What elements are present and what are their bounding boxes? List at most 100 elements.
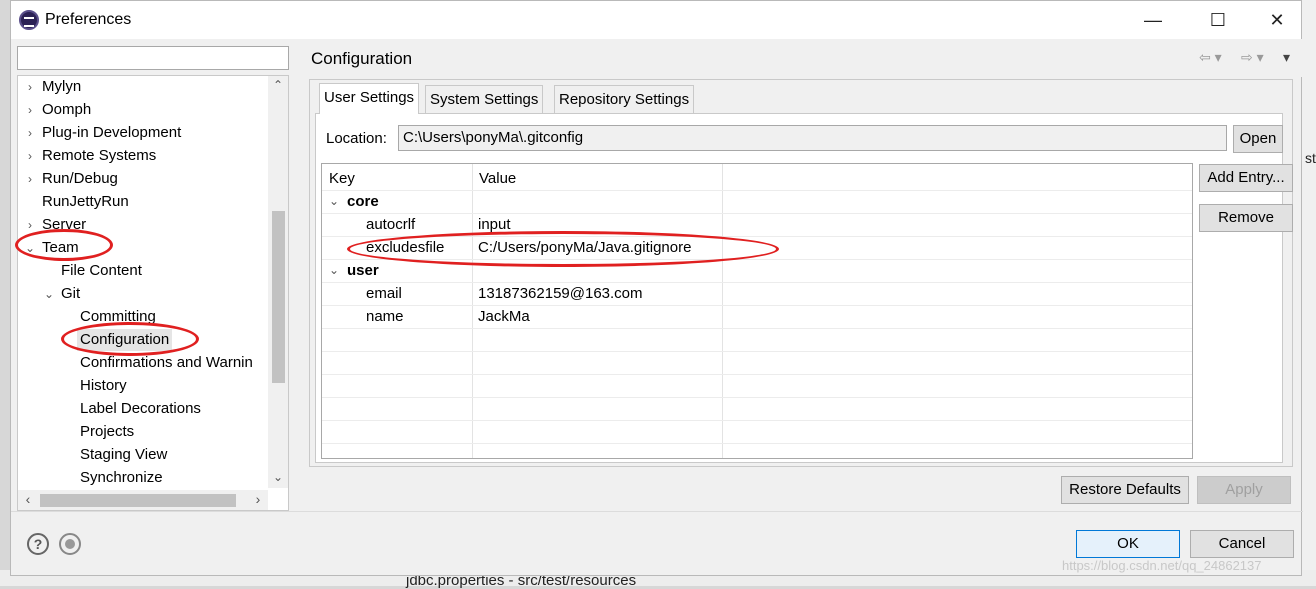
location-field[interactable]: C:\Users\ponyMa\.gitconfig: [398, 125, 1227, 151]
chevron-down-icon[interactable]: ⌄: [328, 259, 340, 282]
chevron-down-icon[interactable]: ⌄: [24, 237, 36, 259]
chevron-down-icon[interactable]: ⌄: [328, 190, 340, 213]
key-email[interactable]: email: [366, 282, 402, 305]
eclipse-icon: [19, 10, 39, 30]
scroll-up-icon[interactable]: ⌃: [268, 78, 288, 92]
apply-button[interactable]: Apply: [1197, 476, 1291, 504]
tree-item-label: Staging View: [80, 446, 168, 463]
section-core[interactable]: core: [347, 190, 379, 213]
tree-item-configuration[interactable]: Configuration: [18, 329, 268, 351]
oomph-recorder-icon[interactable]: [59, 533, 81, 555]
tree-item-team[interactable]: ⌄ Team: [18, 237, 268, 259]
tree-item-server[interactable]: › Server: [18, 214, 268, 236]
tree-item-oomph[interactable]: › Oomph: [18, 99, 268, 121]
value-email[interactable]: 13187362159@163.com: [478, 282, 643, 305]
chevron-right-icon[interactable]: ›: [24, 122, 36, 144]
tree-horizontal-scrollbar[interactable]: ‹ ›: [18, 490, 268, 510]
tree-item-label: RunJettyRun: [42, 193, 129, 210]
background-editor-text: st: [1305, 150, 1316, 166]
tree-item-file-content[interactable]: File Content: [18, 260, 268, 282]
scrollbar-thumb[interactable]: [272, 211, 285, 383]
scroll-right-icon[interactable]: ›: [250, 491, 266, 507]
key-name[interactable]: name: [366, 305, 404, 328]
tab-repository-settings[interactable]: Repository Settings: [554, 85, 695, 113]
row-divider: [322, 443, 1192, 444]
tree-item-staging-view[interactable]: Staging View: [18, 444, 268, 466]
ok-button[interactable]: OK: [1076, 530, 1180, 558]
row-divider: [322, 305, 1192, 306]
watermark: https://blog.csdn.net/qq_24862137: [1062, 558, 1262, 573]
tree-item-label: Git: [61, 285, 81, 302]
value-excludesfile[interactable]: C:/Users/ponyMa/Java.gitignore: [478, 236, 691, 259]
chevron-right-icon[interactable]: ›: [24, 168, 36, 190]
tree-item-plug-in-development[interactable]: › Plug-in Development: [18, 122, 268, 144]
tab-system-settings[interactable]: System Settings: [425, 85, 544, 113]
tree-item-label: Mylyn: [42, 78, 82, 95]
chevron-right-icon[interactable]: ›: [24, 99, 36, 121]
add-entry-button[interactable]: Add Entry...: [1199, 164, 1293, 192]
tree-item-label: Synchronize: [80, 469, 163, 486]
chevron-right-icon[interactable]: ›: [24, 76, 36, 98]
row-divider: [322, 374, 1192, 375]
tree-item-run-debug[interactable]: › Run/Debug: [18, 168, 268, 190]
tree-item-label: Confirmations and Warnin: [80, 354, 253, 371]
tree-vertical-scrollbar[interactable]: ⌃ ⌄: [268, 76, 288, 488]
tree-item-label: History: [80, 377, 127, 394]
tree-item-label: Team: [42, 239, 79, 256]
tree-item-remote-systems[interactable]: › Remote Systems: [18, 145, 268, 167]
config-table: Key Value ⌄ core autocrlf input excludesfile…: [321, 163, 1193, 459]
value-autocrlf[interactable]: input: [478, 213, 511, 236]
column-header-value[interactable]: Value: [479, 167, 516, 190]
key-excludesfile[interactable]: excludesfile: [366, 236, 444, 259]
tree-item-label: Projects: [80, 423, 135, 440]
remove-button[interactable]: Remove: [1199, 204, 1293, 232]
background-editor-right: [1300, 0, 1316, 586]
tree-item-history[interactable]: History: [18, 375, 268, 397]
open-button[interactable]: Open: [1233, 125, 1283, 153]
chevron-right-icon[interactable]: ›: [24, 145, 36, 167]
tree-item-runjettyrun[interactable]: RunJettyRun: [18, 191, 268, 213]
scroll-down-icon[interactable]: ⌄: [268, 470, 288, 484]
tree-item-label: Plug-in Development: [42, 124, 182, 141]
title-bar: Preferences — ☐ ✕: [11, 1, 1301, 39]
tree-item-projects[interactable]: Projects: [18, 421, 268, 443]
maximize-button[interactable]: ☐: [1198, 7, 1238, 33]
key-autocrlf[interactable]: autocrlf: [366, 213, 415, 236]
row-divider: [322, 420, 1192, 421]
tree-item-label: File Content: [61, 262, 142, 279]
chevron-right-icon[interactable]: ›: [24, 214, 36, 236]
back-icon[interactable]: ⇦ ▾: [1199, 49, 1222, 66]
tree-item-label-decorations[interactable]: Label Decorations: [18, 398, 268, 420]
filter-input[interactable]: [17, 46, 289, 70]
row-divider: [322, 328, 1192, 329]
row-divider: [322, 190, 1192, 191]
close-button[interactable]: ✕: [1257, 7, 1297, 33]
view-menu-icon[interactable]: ▾: [1283, 49, 1290, 66]
column-header-key[interactable]: Key: [329, 167, 355, 190]
tree-item-synchronize[interactable]: Synchronize: [18, 467, 268, 489]
tree-item-mylyn[interactable]: › Mylyn: [18, 76, 268, 98]
tree-item-confirmations-and-warnings[interactable]: Confirmations and Warnin: [18, 352, 268, 374]
restore-defaults-button[interactable]: Restore Defaults: [1061, 476, 1189, 504]
chevron-down-icon[interactable]: ⌄: [43, 283, 55, 305]
forward-icon[interactable]: ⇨ ▾: [1241, 49, 1264, 66]
tree-item-git[interactable]: ⌄ Git: [18, 283, 268, 305]
scrollbar-thumb[interactable]: [40, 494, 236, 507]
preferences-dialog: Preferences — ☐ ✕ Synchronize Staging Vie…: [10, 0, 1303, 576]
scroll-left-icon[interactable]: ‹: [20, 491, 36, 507]
minimize-button[interactable]: —: [1133, 7, 1173, 33]
row-divider: [322, 397, 1192, 398]
page-header: Configuration ⇦ ▾ ⇨ ▾ ▾: [299, 39, 1303, 77]
value-name[interactable]: JackMa: [478, 305, 530, 328]
cancel-button[interactable]: Cancel: [1190, 530, 1294, 558]
column-divider: [472, 164, 473, 458]
help-icon[interactable]: ?: [27, 533, 49, 555]
section-user[interactable]: user: [347, 259, 379, 282]
tree-item-label: Server: [42, 216, 87, 233]
footer-separator: [11, 511, 1303, 512]
tab-user-settings[interactable]: User Settings: [319, 83, 420, 114]
page-title: Configuration: [311, 49, 413, 68]
column-divider: [722, 164, 723, 458]
tree-item-committing[interactable]: Committing: [18, 306, 268, 328]
row-divider: [322, 282, 1192, 283]
